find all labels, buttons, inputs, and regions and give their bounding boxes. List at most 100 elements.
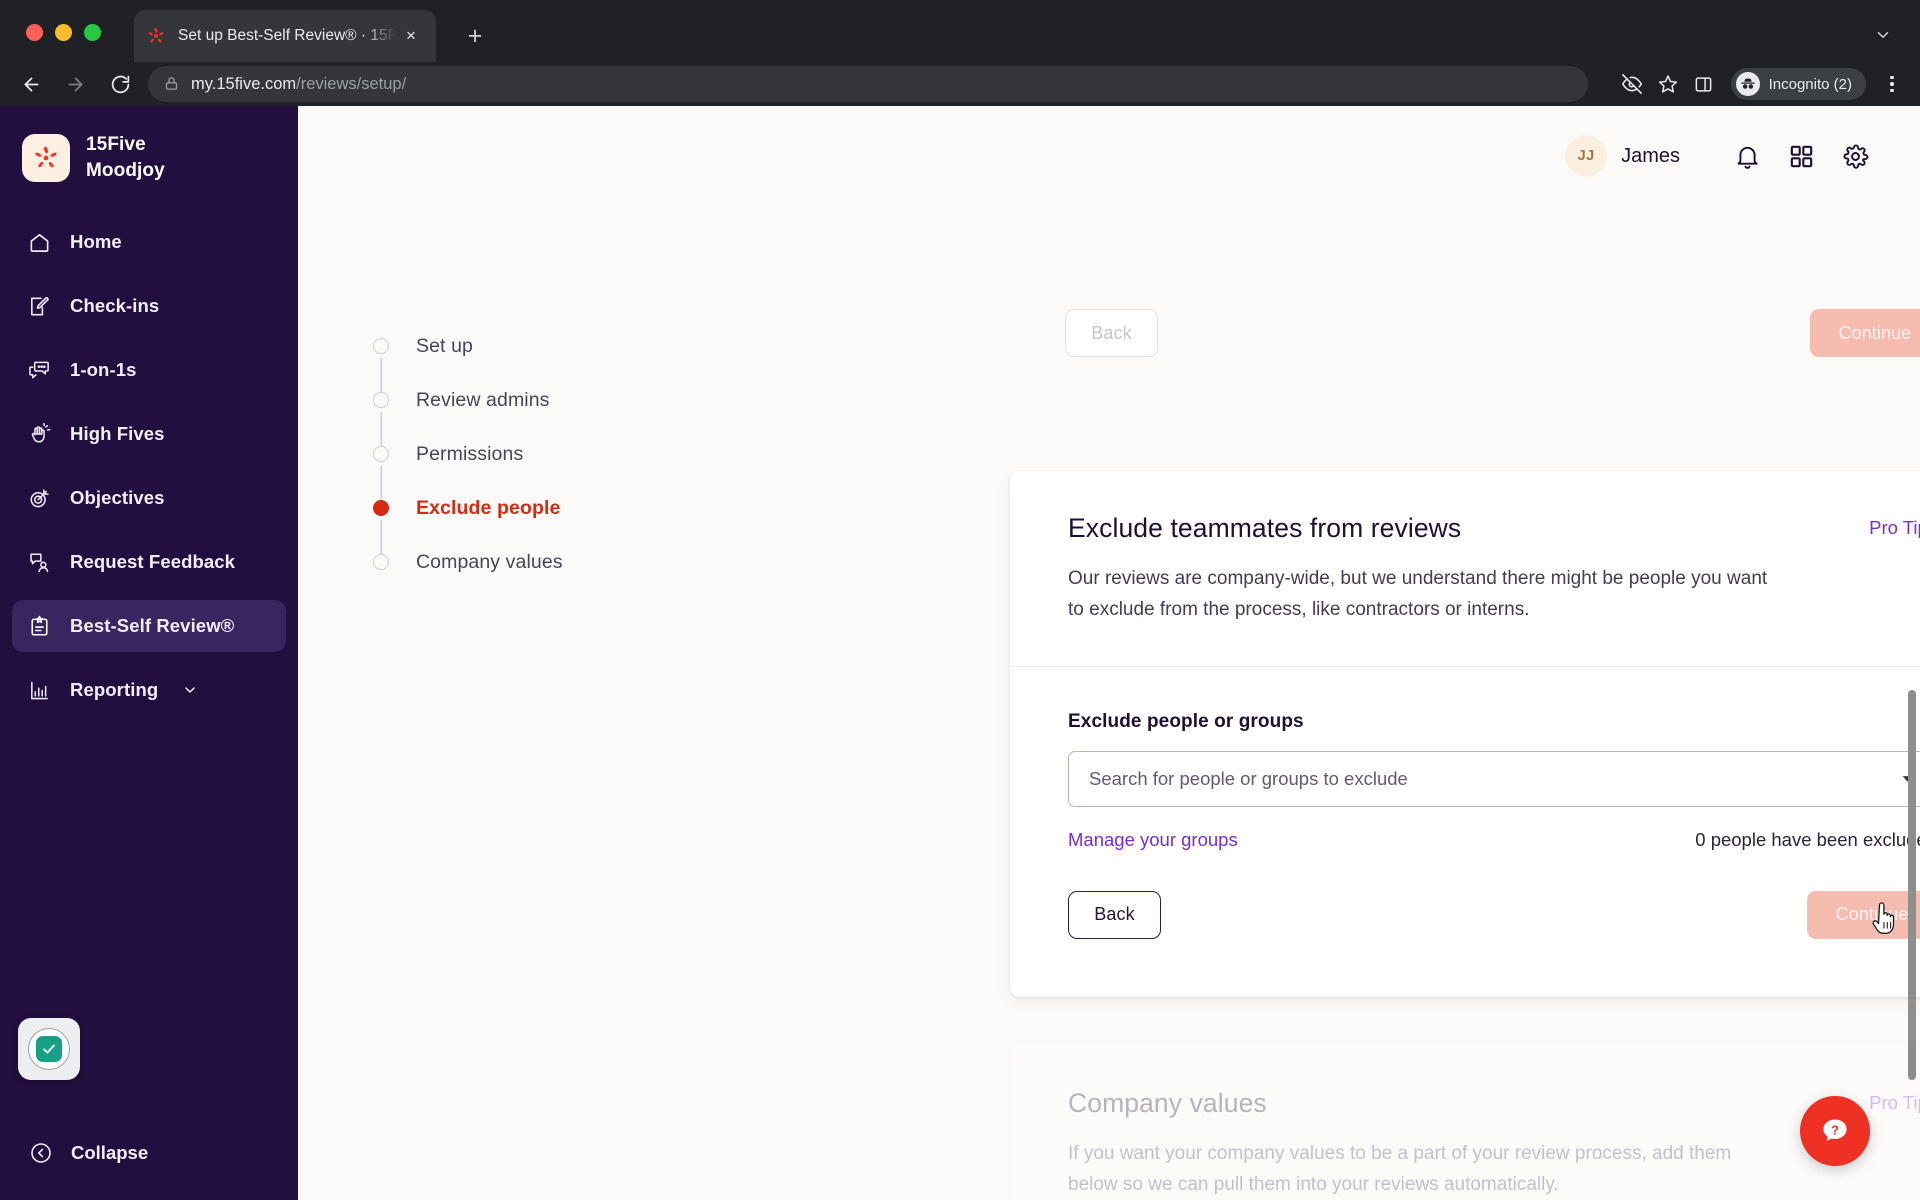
browser-window: Set up Best-Self Review® · 15F × + my.15… [0, 0, 1920, 1200]
minimize-window-button[interactable] [55, 24, 72, 41]
page-title: Exclude teammates from reviews [1068, 513, 1462, 543]
app-sidebar: 15Five Moodjoy Home Check-ins 1-on-1s Hi… [0, 106, 298, 1200]
side-panel-icon[interactable] [1689, 69, 1719, 99]
manage-your-groups-link[interactable]: Manage your groups [1068, 829, 1238, 851]
company-values-card: Company values Pro Tips If you want your… [1010, 1046, 1920, 1200]
maximize-window-button[interactable] [84, 24, 101, 41]
help-question-icon: ? [1823, 1119, 1847, 1142]
user-name: James [1621, 144, 1680, 167]
apps-grid-icon[interactable] [1774, 134, 1828, 178]
exclude-search-select[interactable]: Search for people or groups to exclude [1068, 750, 1920, 807]
sidebar-item-label: Objectives [70, 487, 165, 509]
setup-stepper: Set up Review admins Permissions Exclude… [372, 334, 662, 604]
company-values-description: If you want your company values to be a … [1068, 1143, 1732, 1195]
eye-slash-icon[interactable] [1617, 69, 1647, 99]
step-bullet-icon [373, 554, 389, 570]
collapse-sidebar-button[interactable]: Collapse [14, 1132, 162, 1174]
scrollbar-thumb[interactable] [1908, 690, 1916, 1080]
collapse-label: Collapse [71, 1142, 149, 1163]
sidebar-item-request-feedback[interactable]: Request Feedback [12, 536, 286, 588]
sidebar-item-check-ins[interactable]: Check-ins [12, 280, 286, 332]
stepper-item-permissions[interactable]: Permissions [372, 442, 662, 512]
check-icon [36, 1036, 62, 1062]
step-bullet-icon [373, 446, 389, 462]
stepper-item-label: Review admins [416, 389, 550, 411]
15five-brand-logo-icon [22, 134, 70, 183]
back-navigation-icon[interactable] [16, 69, 46, 99]
stepper-item-set-up[interactable]: Set up [372, 334, 662, 404]
home-icon [26, 229, 52, 255]
stepper-item-label: Set up [416, 335, 473, 357]
chevron-down-icon[interactable] [1868, 20, 1898, 50]
exclude-people-card: Exclude teammates from reviews Pro Tips … [1010, 471, 1920, 997]
url-host: my.15five.com [191, 74, 297, 93]
search-input[interactable]: Search for people or groups to exclude [1089, 768, 1898, 790]
url-path: /reviews/setup/ [296, 74, 407, 93]
stepper-item-review-admins[interactable]: Review admins [372, 388, 662, 458]
step-bullet-icon [373, 392, 389, 408]
stepper-item-company-values[interactable]: Company values [372, 550, 662, 604]
svg-text:?: ? [1831, 1123, 1839, 1137]
reporting-bar-chart-icon [26, 677, 52, 703]
checkins-icon [26, 293, 52, 319]
stepper-item-exclude-people[interactable]: Exclude people [372, 496, 662, 566]
lock-icon [164, 76, 180, 92]
bookmark-star-icon[interactable] [1653, 69, 1683, 99]
brand-block[interactable]: 15Five Moodjoy [0, 106, 298, 184]
avatar: JJ [1565, 135, 1608, 177]
card-header: Exclude teammates from reviews Pro Tips … [1010, 471, 1920, 666]
user-menu[interactable]: JJ James [1565, 135, 1680, 177]
sidebar-item-home[interactable]: Home [12, 216, 286, 268]
sidebar-nav: Home Check-ins 1-on-1s High Fives Object… [0, 216, 298, 716]
sidebar-item-reporting[interactable]: Reporting [12, 664, 286, 716]
window-traffic-lights [26, 24, 101, 41]
forward-navigation-icon[interactable] [60, 69, 90, 99]
sidebar-item-1-on-1s[interactable]: 1-on-1s [12, 344, 286, 396]
profile-chip[interactable]: Incognito (2) [1730, 68, 1866, 100]
brand-name: 15Five Moodjoy [86, 132, 165, 184]
collapse-chevron-left-icon [28, 1140, 54, 1166]
close-tab-icon[interactable]: × [398, 23, 424, 49]
request-feedback-icon [26, 549, 52, 575]
notification-bell-icon[interactable] [1720, 134, 1774, 178]
kebab-menu-icon[interactable] [1878, 69, 1906, 99]
back-button[interactable]: Back [1068, 890, 1161, 939]
sidebar-item-label: Request Feedback [70, 551, 236, 573]
reload-icon[interactable] [105, 69, 135, 99]
url-text: my.15five.com/reviews/setup/ [191, 75, 406, 94]
card-description: Our reviews are company-wide, but we und… [1068, 568, 1768, 620]
app-topbar: JJ James [298, 106, 1920, 206]
stepper-item-label: Exclude people [416, 497, 561, 519]
card-body: Exclude people or groups Search for peop… [1010, 667, 1920, 997]
high-fives-icon [26, 421, 52, 447]
brand-line-1: 15Five [86, 134, 146, 155]
toolbar-actions: Incognito (2) [1617, 68, 1906, 100]
address-bar[interactable]: my.15five.com/reviews/setup/ [148, 66, 1588, 102]
sidebar-item-objectives[interactable]: Objectives [12, 472, 286, 524]
step-bullet-icon [373, 338, 389, 354]
brand-line-2: Moodjoy [86, 160, 165, 182]
objectives-target-icon [26, 485, 52, 511]
help-button[interactable]: ? [1800, 1096, 1870, 1166]
sidebar-item-label: High Fives [70, 423, 165, 445]
settings-gear-icon[interactable] [1828, 134, 1882, 178]
new-tab-button[interactable]: + [458, 19, 492, 53]
sidebar-item-best-self-review[interactable]: Best-Self Review® [12, 600, 286, 653]
stepper-item-label: Permissions [416, 443, 524, 465]
page-scrollbar[interactable] [1903, 106, 1920, 1200]
incognito-icon [1735, 72, 1760, 96]
stepper-item-label: Company values [416, 551, 563, 573]
browser-tab[interactable]: Set up Best-Self Review® · 15F × [134, 10, 436, 62]
exclude-meta-row: Manage your groups 0 people have been ex… [1068, 829, 1920, 851]
back-button-above[interactable]: Back [1065, 309, 1158, 357]
sidebar-item-label: Best-Self Review® [70, 615, 235, 637]
sidebar-item-high-fives[interactable]: High Fives [12, 408, 286, 460]
chevron-down-icon [182, 682, 198, 698]
browser-titlebar: Set up Best-Self Review® · 15F × + [0, 0, 1920, 62]
browser-toolbar: my.15five.com/reviews/setup/ Incognito (… [0, 62, 1920, 106]
best-self-review-icon [26, 613, 52, 639]
one-on-ones-icon [26, 357, 52, 383]
close-window-button[interactable] [26, 24, 43, 41]
task-complete-badge[interactable] [18, 1018, 80, 1080]
15five-logo-icon [146, 26, 166, 46]
